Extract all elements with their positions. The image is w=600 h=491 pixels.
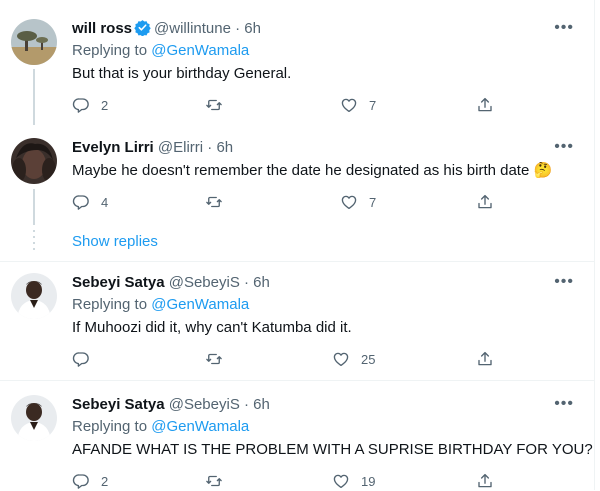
share-button[interactable]	[476, 192, 494, 212]
thread-dots	[33, 230, 35, 254]
replying-to-label: Replying to	[72, 42, 148, 59]
timestamp[interactable]: · 6h	[235, 20, 261, 37]
reply-button[interactable]	[72, 349, 101, 369]
like-button[interactable]: 7	[340, 192, 376, 212]
retweet-icon	[206, 353, 222, 365]
like-button[interactable]: 25	[332, 349, 375, 369]
share-button[interactable]	[476, 95, 494, 115]
replying-to: Replying to @GenWamala	[72, 41, 249, 61]
like-count: 25	[361, 351, 376, 367]
replying-to-mention[interactable]: @GenWamala	[151, 418, 249, 435]
display-name[interactable]: Sebeyi Satya	[72, 396, 165, 413]
tweet-sebeyi-satya-1[interactable]: Sebeyi Satya @SebeyiS · 6h ••• Replying …	[0, 262, 594, 380]
like-count: 19	[361, 473, 376, 489]
tweet-header: Sebeyi Satya @SebeyiS · 6h	[72, 395, 270, 415]
handle[interactable]: @willintune	[154, 20, 231, 37]
replying-to-label: Replying to	[72, 296, 148, 313]
portrait-avatar-image	[11, 395, 57, 441]
reply-count: 4	[101, 194, 109, 210]
tweet-sebeyi-satya-2[interactable]: Sebeyi Satya @SebeyiS · 6h ••• Replying …	[0, 381, 594, 490]
like-count: 7	[369, 194, 377, 210]
avatar[interactable]	[11, 19, 57, 65]
like-count: 7	[369, 97, 377, 113]
tweet-header: Evelyn Lirri @Elirri · 6h	[72, 138, 233, 158]
thread-line	[33, 69, 35, 125]
tweet-header: Sebeyi Satya @SebeyiS · 6h	[72, 273, 270, 293]
like-button[interactable]: 19	[332, 471, 375, 491]
more-options-icon[interactable]: •••	[554, 19, 574, 37]
more-options-icon[interactable]: •••	[554, 395, 574, 413]
timestamp[interactable]: · 6h	[244, 396, 270, 413]
timestamp[interactable]: · 6h	[207, 139, 233, 156]
more-options-icon[interactable]: •••	[554, 138, 574, 156]
share-icon	[478, 97, 492, 112]
tweet-text: If Muhoozi did it, why can't Katumba did…	[72, 319, 352, 336]
handle[interactable]: @SebeyiS	[169, 274, 240, 291]
display-name[interactable]: Sebeyi Satya	[72, 274, 165, 291]
display-name[interactable]: Evelyn Lirri	[72, 139, 154, 156]
tweet-text: Maybe he doesn't remember the date he de…	[72, 162, 553, 179]
reply-button[interactable]: 4	[72, 192, 108, 212]
like-button[interactable]: 7	[340, 95, 376, 115]
replying-to: Replying to @GenWamala	[72, 417, 249, 437]
replying-to-mention[interactable]: @GenWamala	[151, 296, 249, 313]
retweet-button[interactable]	[205, 192, 234, 212]
tweet-actions: 4 7	[72, 192, 502, 212]
show-replies-link[interactable]: Show replies	[72, 233, 158, 250]
retweet-icon	[206, 196, 222, 208]
display-name[interactable]: will ross	[72, 20, 132, 37]
heart-icon	[333, 474, 349, 489]
landscape-avatar-image	[11, 19, 57, 65]
reply-icon	[72, 195, 89, 210]
retweet-button[interactable]	[205, 349, 234, 369]
avatar[interactable]	[11, 395, 57, 441]
reply-button[interactable]: 2	[72, 471, 108, 491]
tweet-header: will ross @willintune · 6h	[72, 19, 261, 39]
tweet-will-ross[interactable]: will ross @willintune · 6h ••• Replying t…	[0, 0, 594, 125]
share-button[interactable]	[476, 471, 494, 491]
portrait-avatar-image	[11, 273, 57, 319]
retweet-icon	[206, 99, 222, 111]
tweet-actions: 25	[72, 349, 502, 369]
retweet-button[interactable]	[205, 95, 234, 115]
tweet-actions: 2 7	[72, 95, 502, 115]
reply-count: 2	[101, 473, 109, 489]
replying-to-mention[interactable]: @GenWamala	[151, 42, 249, 59]
handle[interactable]: @SebeyiS	[169, 396, 240, 413]
heart-icon	[333, 352, 349, 367]
reply-count: 2	[101, 97, 109, 113]
retweet-icon	[206, 475, 222, 487]
avatar[interactable]	[11, 138, 57, 184]
replying-to: Replying to @GenWamala	[72, 295, 249, 315]
reply-button[interactable]: 2	[72, 95, 108, 115]
retweet-button[interactable]	[205, 471, 234, 491]
portrait-avatar-image	[11, 138, 57, 184]
share-icon	[478, 351, 492, 366]
thread-line	[33, 189, 35, 225]
share-button[interactable]	[476, 349, 494, 369]
tweet-actions: 2 19	[72, 471, 502, 491]
reply-icon	[72, 98, 89, 113]
verified-badge-icon	[134, 20, 151, 36]
reply-icon	[72, 352, 89, 367]
tweet-evelyn-lirri[interactable]: Evelyn Lirri @Elirri · 6h ••• Maybe he d…	[0, 125, 594, 225]
timestamp[interactable]: · 6h	[244, 274, 270, 291]
reply-timeline: will ross @willintune · 6h ••• Replying t…	[0, 0, 595, 490]
share-icon	[478, 194, 492, 209]
tweet-text: AFANDE WHAT IS THE PROBLEM WITH A SUPRIS…	[72, 441, 593, 458]
replying-to-label: Replying to	[72, 418, 148, 435]
heart-icon	[341, 98, 357, 113]
tweet-text: But that is your birthday General.	[72, 65, 292, 82]
avatar[interactable]	[11, 273, 57, 319]
reply-icon	[72, 474, 89, 489]
heart-icon	[341, 195, 357, 210]
share-icon	[478, 473, 492, 488]
more-options-icon[interactable]: •••	[554, 273, 574, 291]
handle[interactable]: @Elirri	[158, 139, 203, 156]
